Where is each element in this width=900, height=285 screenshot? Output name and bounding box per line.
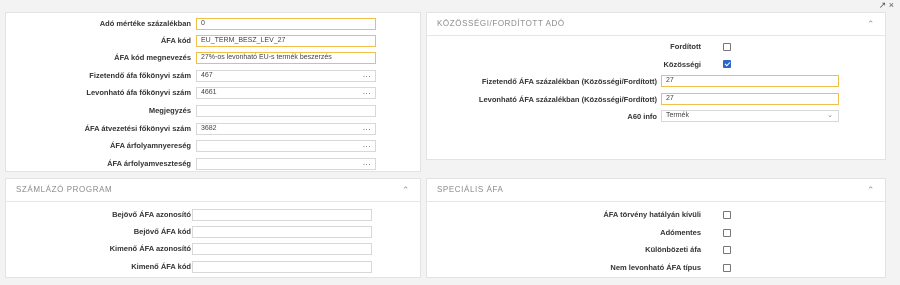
deductible-lookup-icon[interactable]: ... [363,88,371,97]
fx-gain-input[interactable]: ... [196,140,376,152]
outside-scope-checkbox[interactable] [723,211,731,219]
community-deductible-input[interactable]: 27 [661,93,839,105]
transfer-lookup-icon[interactable]: ... [363,124,371,133]
deductible-account-label: Levonható áfa főkönyvi szám [86,88,191,97]
margin-vat-checkbox[interactable] [723,246,731,254]
non-deductible-label: Nem levonható ÁFA típus [610,263,701,272]
in-id-input[interactable] [192,209,372,221]
fx-gain-lookup-icon[interactable]: ... [363,141,371,150]
deductible-account-input[interactable]: 4661... [196,87,376,99]
non-deductible-checkbox[interactable] [723,264,731,272]
chevron-up-icon[interactable]: ⌃ [867,13,875,35]
out-code-label: Kimenő ÁFA kód [131,262,191,271]
name-input[interactable]: 27%-os levonható EU-s termék beszerzés [196,52,376,64]
transfer-account-label: ÁFA átvezetési főkönyvi szám [84,124,191,133]
rate-input[interactable]: 0 [196,18,376,30]
reverse-checkbox[interactable] [723,43,731,51]
community-panel: KÖZÖSSÉGI/FORDÍTOTT ADÓ ⌃ Fordított Közös… [426,12,886,160]
margin-vat-label: Különbözeti áfa [645,245,701,254]
billing-panel-title: SZÁMLÁZÓ PROGRAM [16,185,113,194]
in-code-input[interactable] [192,226,372,238]
transfer-account-input[interactable]: 3682... [196,123,376,135]
community-panel-title: KÖZÖSSÉGI/FORDÍTOTT ADÓ [437,19,565,28]
payable-lookup-icon[interactable]: ... [363,71,371,80]
fx-loss-lookup-icon[interactable]: ... [363,159,371,168]
community-checkbox[interactable] [723,60,731,68]
chevron-up-icon[interactable]: ⌃ [402,179,410,201]
name-label: ÁFA kód megnevezés [114,53,191,62]
fx-gain-label: ÁFA árfolyamnyereség [109,141,191,150]
payable-account-input[interactable]: 467... [196,70,376,82]
fx-loss-label: ÁFA árfolyamveszteség [107,159,191,168]
out-id-label: Kimenő ÁFA azonosító [109,244,191,253]
chevron-down-icon[interactable]: ⌄ [827,111,833,121]
out-code-input[interactable] [192,261,372,273]
community-payable-input[interactable]: 27 [661,75,839,87]
outside-scope-label: ÁFA törvény hatályán kívüli [603,210,701,219]
community-deductible-label: Levonható ÁFA százalékban (Közösségi/For… [478,95,657,104]
special-panel-header[interactable]: SPECIÁLIS ÁFA ⌃ [427,179,885,202]
a60-label: A60 info [627,112,657,121]
code-label: ÁFA kód [160,36,191,45]
payable-account-label: Fizetendő áfa főkönyvi szám [89,71,191,80]
note-input[interactable] [196,105,376,117]
out-id-input[interactable] [192,243,372,255]
rate-label: Adó mértéke százalékban [99,19,191,28]
special-vat-panel: SPECIÁLIS ÁFA ⌃ ÁFA törvény hatályán kívü… [426,178,886,278]
note-label: Megjegyzés [148,106,191,115]
billing-panel: SZÁMLÁZÓ PROGRAM ⌃ Bejövő ÁFA azonosító B… [5,178,421,278]
in-id-label: Bejövő ÁFA azonosító [112,210,191,219]
expand-close-icons[interactable]: ↗ × [879,0,894,11]
chevron-up-icon[interactable]: ⌃ [867,179,875,201]
community-panel-header[interactable]: KÖZÖSSÉGI/FORDÍTOTT ADÓ ⌃ [427,13,885,36]
billing-panel-header[interactable]: SZÁMLÁZÓ PROGRAM ⌃ [6,179,420,202]
code-input[interactable]: EU_TERM_BESZ_LEV_27 [196,35,376,47]
special-panel-title: SPECIÁLIS ÁFA [437,185,504,194]
in-code-label: Bejövő ÁFA kód [133,227,191,236]
exempt-label: Adómentes [660,228,701,237]
vat-basic-panel: Adó mértéke százalékban 0 ÁFA kód EU_TER… [5,12,421,172]
a60-select[interactable]: Termék ⌄ [661,110,839,122]
exempt-checkbox[interactable] [723,229,731,237]
community-label: Közösségi [663,60,701,69]
fx-loss-input[interactable]: ... [196,158,376,170]
reverse-label: Fordított [670,42,701,51]
community-payable-label: Fizetendő ÁFA százalékban (Közösségi/For… [481,77,657,86]
